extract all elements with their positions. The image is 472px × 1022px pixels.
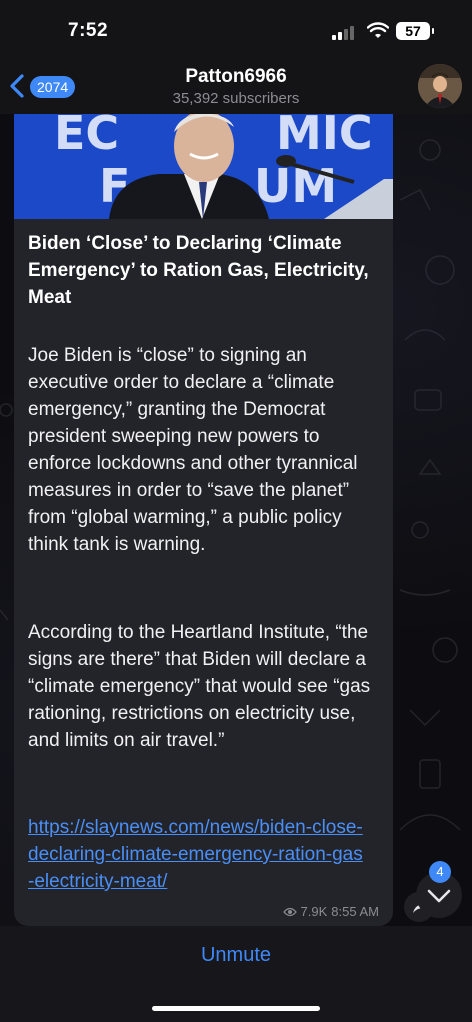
unmute-button[interactable]: Unmute xyxy=(0,944,472,967)
new-messages-badge: 4 xyxy=(429,861,451,883)
message-meta: 7.9K 8:55 AM xyxy=(282,904,379,919)
channel-name[interactable]: Patton6966 xyxy=(0,66,472,88)
message-paragraph-1: Joe Biden is “close” to signing an execu… xyxy=(28,345,358,555)
article-title: Biden ‘Close’ to Declaring ‘Climate Emer… xyxy=(28,233,369,308)
home-indicator xyxy=(152,1006,320,1011)
chat-header: 2074 Patton6966 35,392 subscribers xyxy=(0,56,472,114)
subscriber-count: 35,392 subscribers xyxy=(172,90,300,107)
svg-text:EC: EC xyxy=(54,114,119,160)
article-image[interactable]: EC MIC F UM xyxy=(14,114,393,219)
status-bar: 7:52 57 xyxy=(0,0,472,56)
message-time: 8:55 AM xyxy=(331,904,379,919)
view-count: 7.9K xyxy=(300,904,328,919)
signal-icon xyxy=(332,26,360,40)
eye-icon xyxy=(282,907,297,916)
message-bubble[interactable]: EC MIC F UM Biden ‘Close’ to Declaring ‘… xyxy=(14,114,393,926)
battery-icon: 57 xyxy=(396,22,434,40)
bottom-bar: Unmute xyxy=(0,926,472,1022)
wifi-icon xyxy=(367,22,389,38)
article-photo: EC MIC F UM xyxy=(14,114,393,219)
status-time: 7:52 xyxy=(68,20,109,41)
channel-avatar[interactable] xyxy=(418,64,462,108)
message-paragraph-2: According to the Heartland Institute, “t… xyxy=(28,622,371,751)
article-link[interactable]: https://slaynews.com/news/biden-close-de… xyxy=(28,814,368,895)
svg-text:MIC: MIC xyxy=(276,114,373,160)
